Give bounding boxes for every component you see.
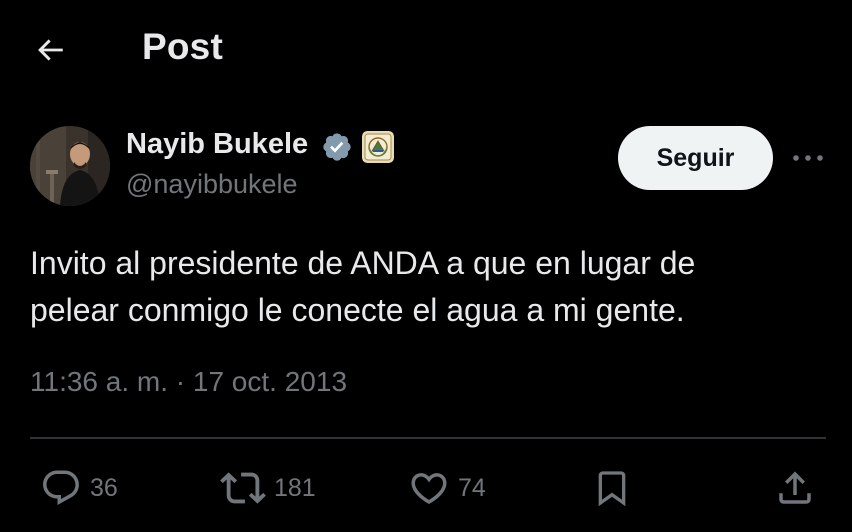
author-handle[interactable]: @nayibbukele [126,169,298,200]
divider [30,437,826,439]
follow-button[interactable]: Seguir [618,126,773,190]
like-count: 74 [458,473,486,502]
tweet-text-line: pelear conmigo le conecte el agua a mi g… [30,292,685,328]
tweet-timestamp[interactable]: 11:36 a. m. · 17 oct. 2013 [30,366,347,398]
header-bar: Post [0,0,852,100]
like-button[interactable]: 74 [408,466,486,510]
back-button[interactable] [30,30,70,70]
el-salvador-emblem-icon[interactable] [362,131,394,163]
reply-button[interactable]: 36 [40,466,118,510]
repost-button[interactable]: 181 [220,466,316,510]
avatar-image [30,126,110,206]
verified-badge-icon [323,133,351,161]
tweet-text: Invito al presidente de ANDA a que en lu… [30,240,830,334]
author-name[interactable]: Nayib Bukele [126,128,308,161]
more-options-button[interactable] [786,140,830,176]
arrow-left-icon [38,39,63,61]
bookmark-button[interactable] [592,466,632,510]
share-icon [779,471,811,504]
tweet-text-line: Invito al presidente de ANDA a que en lu… [30,245,696,281]
reply-count: 36 [90,473,118,502]
avatar[interactable] [30,126,110,206]
bookmark-icon [598,471,626,507]
reply-icon [43,470,79,505]
heart-icon [411,473,447,505]
more-horizontal-icon [793,155,823,161]
repost-count: 181 [274,473,316,502]
page-title: Post [142,26,223,67]
repost-icon [220,472,266,504]
share-button[interactable] [774,466,816,510]
